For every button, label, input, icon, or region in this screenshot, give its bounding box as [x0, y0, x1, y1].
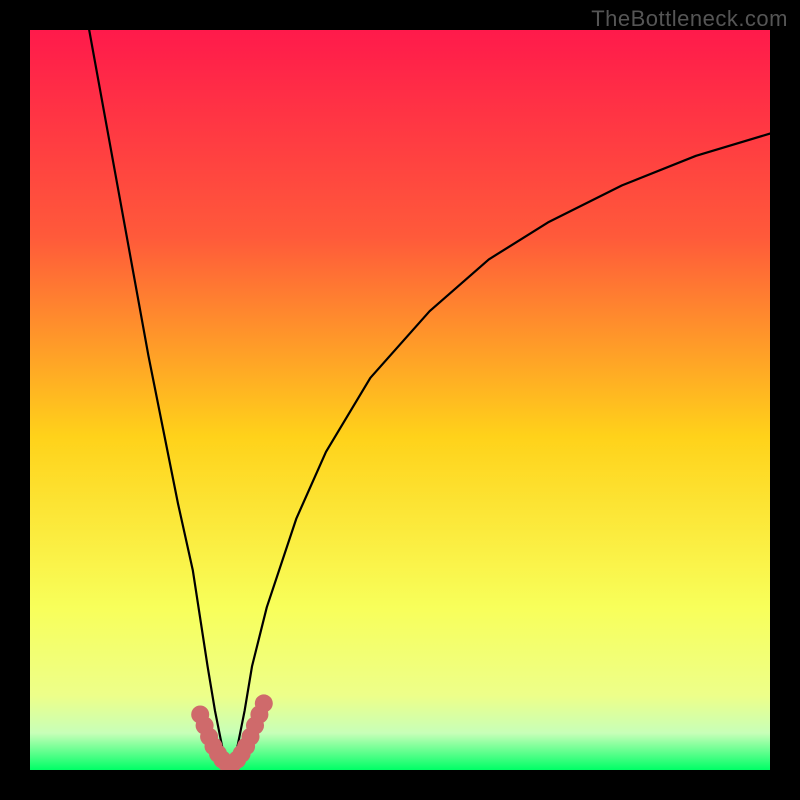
notch-marker-dot	[255, 694, 273, 712]
plot-area	[30, 30, 770, 770]
heat-gradient	[30, 30, 770, 770]
bottleneck-chart	[30, 30, 770, 770]
stage: TheBottleneck.com	[0, 0, 800, 800]
watermark-text: TheBottleneck.com	[591, 6, 788, 32]
